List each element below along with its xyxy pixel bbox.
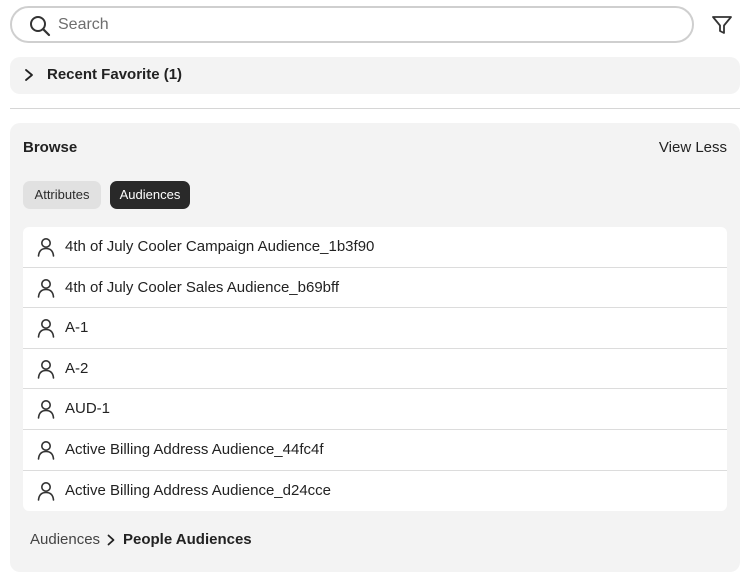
user-icon bbox=[37, 278, 55, 298]
list-item-label: 4th of July Cooler Campaign Audience_1b3… bbox=[65, 238, 375, 255]
list-item[interactable]: Active Billing Address Audience_d24cce bbox=[23, 471, 727, 511]
list-item-label: 4th of July Cooler Sales Audience_b69bff bbox=[65, 278, 340, 296]
breadcrumb-audiences-link[interactable]: Audiences bbox=[30, 531, 100, 548]
recent-favorite-toggle[interactable]: Recent Favorite (1) bbox=[10, 57, 740, 94]
search-icon bbox=[30, 16, 51, 37]
view-less-link[interactable]: View Less bbox=[659, 139, 727, 156]
user-icon bbox=[37, 359, 55, 379]
chevron-right-icon bbox=[107, 534, 115, 546]
list-item-label: Active Billing Address Audience_d24cce bbox=[65, 481, 332, 499]
user-icon bbox=[37, 400, 55, 420]
tab-audiences[interactable]: Audiences bbox=[110, 181, 190, 209]
divider bbox=[10, 108, 740, 109]
search-bar bbox=[10, 6, 740, 44]
chevron-right-icon bbox=[25, 69, 33, 81]
filter-icon[interactable] bbox=[710, 13, 734, 37]
list-item[interactable]: AUD-1 bbox=[23, 389, 727, 430]
user-icon bbox=[37, 319, 55, 338]
tab-attributes[interactable]: Attributes bbox=[23, 181, 101, 209]
audience-list: 4th of July Cooler Campaign Audience_1b3… bbox=[23, 227, 727, 511]
user-icon bbox=[37, 481, 55, 501]
list-item[interactable]: Active Billing Address Audience_44fc4f bbox=[23, 430, 727, 471]
user-icon bbox=[37, 440, 55, 460]
list-item-label: AUD-1 bbox=[65, 400, 111, 418]
user-icon bbox=[37, 238, 55, 257]
search-field[interactable] bbox=[10, 6, 694, 43]
browse-title: Browse bbox=[23, 139, 78, 156]
browse-panel: Browse View Less Attributes Audiences 4t… bbox=[10, 123, 740, 572]
list-item[interactable]: A-2 bbox=[23, 349, 727, 390]
list-item-label: A-1 bbox=[65, 319, 89, 337]
list-item[interactable]: 4th of July Cooler Sales Audience_b69bff bbox=[23, 268, 727, 309]
list-item-label: A-2 bbox=[65, 359, 89, 377]
list-item-label: Active Billing Address Audience_44fc4f bbox=[65, 440, 324, 458]
list-item[interactable]: A-1 bbox=[23, 308, 727, 349]
search-input[interactable] bbox=[58, 13, 678, 37]
list-item[interactable]: 4th of July Cooler Campaign Audience_1b3… bbox=[23, 227, 727, 268]
breadcrumb-current: People Audiences bbox=[123, 531, 252, 548]
recent-favorite-label: Recent Favorite (1) bbox=[47, 66, 183, 83]
